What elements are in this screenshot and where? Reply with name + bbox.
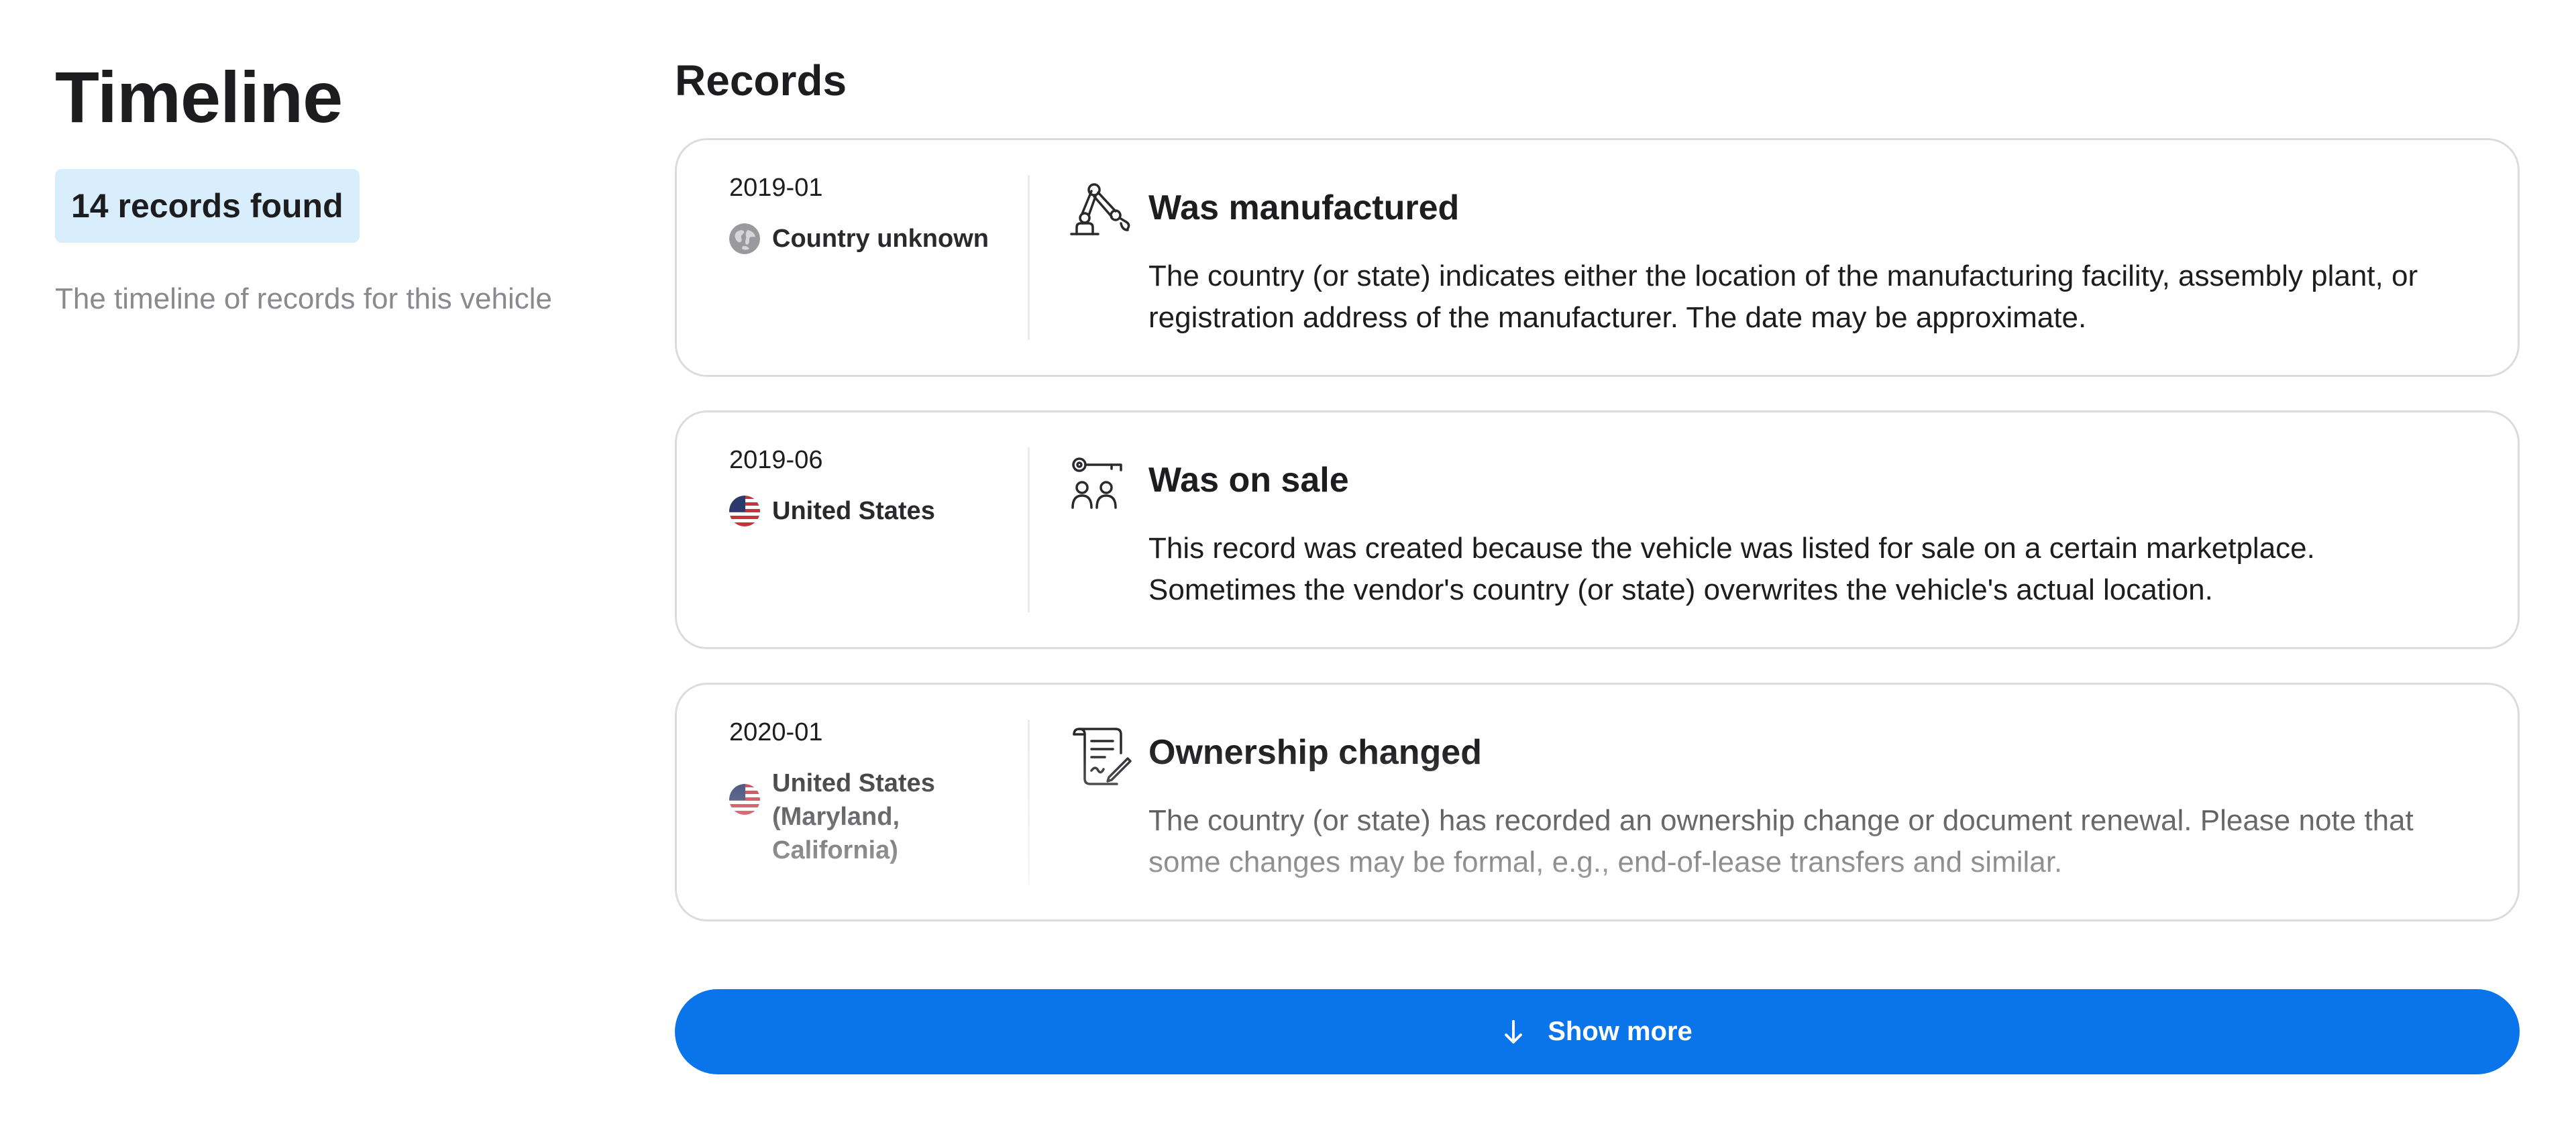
record-card: 2019-06 United States Was on sale This r… (675, 410, 2520, 649)
globe-icon (729, 223, 760, 254)
record-list: 2019-01 Country unknown Was manufactured… (675, 138, 2520, 921)
record-date: 2019-06 (729, 446, 823, 474)
record-divider (1028, 720, 1030, 885)
record-meta: 2019-06 United States (729, 445, 1011, 528)
timeline-subtitle: The timeline of records for this vehicle (55, 282, 552, 315)
record-country-label: United States (772, 497, 935, 525)
us-flag-icon (729, 496, 760, 526)
record-body: Was manufactured The country (or state) … (1148, 187, 2451, 339)
record-meta: 2020-01 United States (Maryland, Califor… (729, 717, 1011, 867)
record-country: United States (Maryland, California) (729, 767, 1011, 867)
records-count-badge: 14 records found (55, 169, 360, 243)
records-section: Records 2019-01 Country unknown Was manu… (675, 55, 2520, 955)
record-body: Ownership changed The country (or state)… (1148, 732, 2451, 883)
key-people-icon (1069, 454, 1133, 514)
record-country: United States (729, 494, 1011, 528)
record-date: 2020-01 (729, 718, 823, 746)
page-title: Timeline (55, 56, 343, 137)
us-flag-icon (729, 784, 760, 815)
record-country-label: Country unknown (772, 225, 989, 253)
record-description: The country (or state) indicates either … (1148, 260, 2418, 334)
document-icon (1069, 726, 1133, 787)
arrow-down-icon (1502, 1019, 1525, 1046)
record-country: Country unknown (729, 222, 1011, 256)
show-more-button[interactable]: Show more (675, 989, 2520, 1074)
sidebar: Timeline 14 records found The timeline o… (55, 54, 605, 317)
record-title: Was on sale (1148, 461, 1349, 500)
record-description: This record was created because the vehi… (1148, 532, 2315, 606)
record-card: 2020-01 United States (Maryland, Califor… (675, 683, 2520, 921)
record-title: Was manufactured (1148, 188, 1460, 227)
record-body: Was on sale This record was created beca… (1148, 459, 2451, 611)
record-divider (1028, 447, 1030, 612)
show-more-label: Show more (1548, 1017, 1693, 1046)
record-divider (1028, 175, 1030, 340)
robot-arm-icon (1069, 182, 1133, 242)
record-date: 2019-01 (729, 174, 823, 202)
records-heading: Records (675, 56, 847, 105)
record-card: 2019-01 Country unknown Was manufactured… (675, 138, 2520, 377)
record-meta: 2019-01 Country unknown (729, 172, 1011, 256)
record-title: Ownership changed (1148, 733, 1482, 772)
record-country-label: United States (Maryland, California) (772, 769, 935, 864)
record-description: The country (or state) has recorded an o… (1148, 804, 2414, 879)
